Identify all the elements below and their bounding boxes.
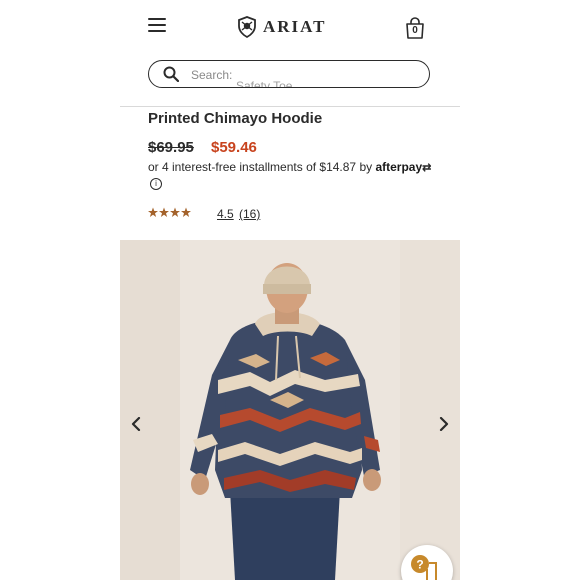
brand-name: ARIAT: [263, 17, 327, 36]
chevron-left-icon: [131, 417, 141, 431]
chevron-right-icon: [439, 417, 449, 431]
afterpay-arrows-icon: ⇄: [422, 162, 432, 174]
site-header: ARIAT 0: [120, 0, 460, 56]
search-hint: Safety Toe: [236, 79, 293, 88]
cart-count-badge: 0: [412, 25, 418, 36]
ariat-logo-icon: [238, 16, 256, 38]
installments-label: or 4 interest-free installments of $14.8…: [148, 160, 373, 174]
svg-text:?: ?: [416, 558, 423, 572]
reviews-count-link[interactable]: (16): [239, 207, 260, 221]
search-placeholder: Search:: [191, 68, 233, 82]
previous-image-button[interactable]: [126, 412, 146, 436]
help-chat-icon: ?: [411, 555, 437, 580]
afterpay-logo[interactable]: afterpay: [375, 160, 422, 174]
product-title: Printed Chimayo Hoodie: [148, 110, 323, 127]
left-margin: [0, 0, 120, 580]
hoodie-model-illustration: [120, 240, 460, 580]
original-price: $69.95: [148, 139, 194, 156]
right-margin: [460, 0, 580, 580]
help-chat-button[interactable]: ?: [401, 545, 453, 580]
header-divider: [120, 106, 460, 107]
next-image-button[interactable]: [434, 412, 454, 436]
brand-logo[interactable]: ARIAT: [236, 16, 327, 38]
mobile-page: ARIAT 0 Search: Safety Toe Printed Chima…: [120, 0, 460, 580]
installments-text: or 4 interest-free installments of $14.8…: [148, 160, 431, 174]
info-icon[interactable]: i: [150, 178, 162, 190]
star-rating-icon: [148, 207, 197, 217]
bag-icon[interactable]: 0: [404, 16, 426, 40]
search-icon: [163, 66, 179, 82]
rating-value[interactable]: 4.5: [217, 207, 234, 221]
search-input[interactable]: Search: Safety Toe: [148, 60, 430, 88]
menu-icon[interactable]: [148, 18, 166, 32]
sale-price: $59.46: [211, 139, 257, 156]
rating-stars: [148, 207, 204, 222]
product-image[interactable]: [120, 240, 460, 580]
